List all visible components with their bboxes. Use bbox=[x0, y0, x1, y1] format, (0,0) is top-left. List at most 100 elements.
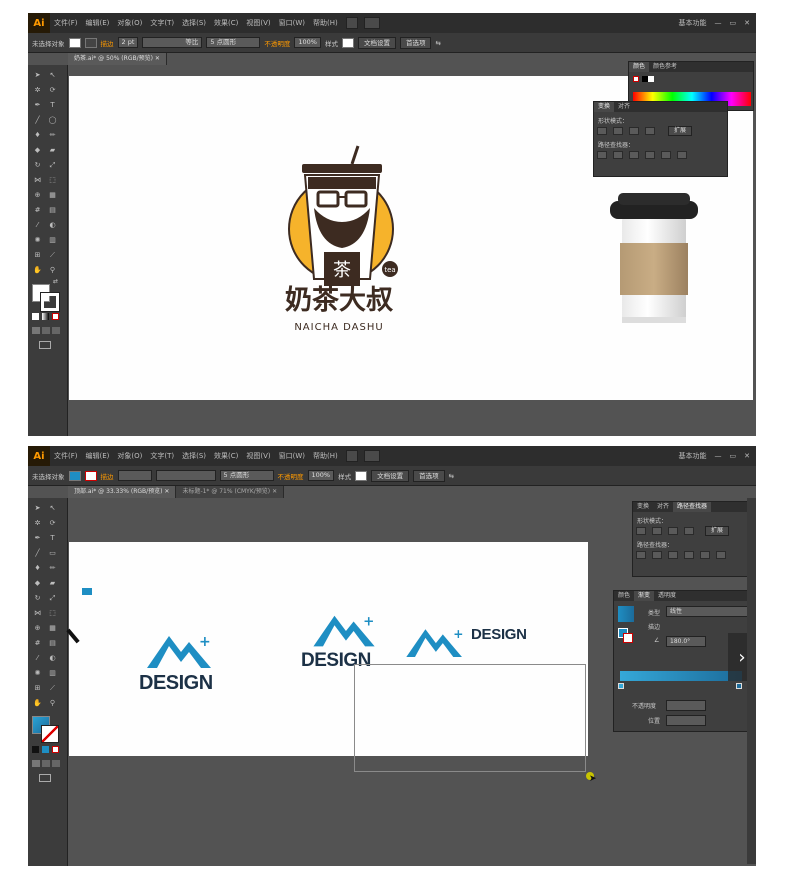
tab-color[interactable]: 颜色 bbox=[629, 62, 650, 72]
none-mode-button[interactable] bbox=[52, 746, 59, 753]
minimize-icon[interactable]: — bbox=[715, 452, 722, 460]
white-swatch[interactable] bbox=[648, 76, 654, 82]
gradient-stop-right[interactable] bbox=[736, 683, 742, 689]
minus-back-icon[interactable] bbox=[716, 551, 726, 559]
close-icon[interactable]: ✕ bbox=[744, 452, 750, 460]
angle-input[interactable]: 180.0° bbox=[666, 636, 706, 647]
zoom-tool-icon[interactable]: ⚲ bbox=[47, 266, 58, 275]
arrange-icon[interactable]: ⇆ bbox=[435, 39, 440, 47]
draw-inside-icon[interactable] bbox=[52, 327, 60, 334]
tab-transform[interactable]: 变换 bbox=[594, 102, 615, 112]
color-mode-button[interactable] bbox=[32, 313, 39, 320]
hand-tool-icon[interactable]: ✋ bbox=[32, 266, 43, 275]
divide-icon[interactable] bbox=[636, 551, 646, 559]
line-tool-icon[interactable]: ╱ bbox=[32, 549, 43, 558]
menu-object[interactable]: 对象(O) bbox=[117, 451, 142, 461]
brush-tool-icon[interactable]: ♦ bbox=[32, 564, 43, 573]
tab-color[interactable]: 颜色 bbox=[614, 591, 634, 601]
width-tool-icon[interactable]: ⋈ bbox=[32, 176, 43, 185]
stroke-swatch[interactable] bbox=[84, 470, 97, 481]
minus-front-icon[interactable] bbox=[652, 527, 662, 535]
rotate-tool-icon[interactable]: ↻ bbox=[32, 594, 43, 603]
menu-view[interactable]: 视图(V) bbox=[246, 451, 270, 461]
menu-type[interactable]: 文字(T) bbox=[150, 451, 174, 461]
eraser-icon[interactable]: ▰ bbox=[47, 146, 58, 155]
opacity-label[interactable]: 不透明度 bbox=[264, 38, 290, 48]
screen-mode-icon[interactable] bbox=[39, 341, 51, 349]
zoom-tool-icon[interactable]: ⚲ bbox=[47, 699, 58, 708]
workspace-switcher[interactable]: 基本功能 bbox=[679, 451, 707, 461]
width-tool-icon[interactable]: ⋈ bbox=[32, 609, 43, 618]
design-logo-horizontal[interactable]: + DESIGN bbox=[403, 624, 553, 668]
expand-button[interactable]: 扩展 bbox=[705, 526, 730, 536]
direct-selection-tool-icon[interactable]: ↖ bbox=[47, 504, 58, 513]
gradient-type-select[interactable]: 线性 bbox=[666, 606, 752, 617]
stroke-label[interactable]: 描边 bbox=[101, 38, 114, 48]
lasso-icon[interactable]: ⟳ bbox=[47, 86, 58, 95]
divide-icon[interactable] bbox=[597, 151, 607, 159]
shape-builder-icon[interactable]: ⊕ bbox=[32, 191, 43, 200]
stop-position-input[interactable] bbox=[666, 715, 706, 726]
blob-brush-icon[interactable]: ◆ bbox=[32, 146, 43, 155]
rectangle-tool-icon[interactable]: ▭ bbox=[47, 549, 58, 558]
tab-naicha-doc[interactable]: 奶茶.ai* @ 50% (RGB/预览) ✕ bbox=[68, 53, 167, 65]
style-swatch[interactable] bbox=[341, 37, 354, 48]
tab-untitled-doc[interactable]: 未标题-1* @ 71% (CMYK/预览) ✕ bbox=[176, 486, 285, 498]
fill-swatch[interactable] bbox=[68, 37, 81, 48]
artboard-tool-icon[interactable]: ⊞ bbox=[32, 684, 43, 693]
column-graph-icon[interactable]: ▥ bbox=[47, 669, 58, 678]
menu-file[interactable]: 文件(F) bbox=[54, 451, 78, 461]
opacity-input[interactable]: 100% bbox=[294, 37, 321, 48]
arrange-button[interactable] bbox=[363, 17, 380, 29]
stroke-weight-input[interactable]: 2 pt bbox=[117, 37, 139, 48]
tab-gradient[interactable]: 渐变 bbox=[634, 591, 655, 601]
document-setup-button[interactable]: 文档设置 bbox=[371, 469, 410, 482]
stop-opacity-input[interactable] bbox=[666, 700, 706, 711]
expand-button[interactable]: 扩展 bbox=[668, 126, 693, 136]
restore-icon[interactable]: ▭ bbox=[730, 452, 737, 460]
draw-behind-icon[interactable] bbox=[42, 760, 50, 767]
minimize-icon[interactable]: — bbox=[715, 19, 722, 27]
type-tool-icon[interactable]: T bbox=[47, 534, 58, 543]
ellipse-tool-icon[interactable]: ◯ bbox=[47, 116, 58, 125]
tab-align[interactable]: 对齐 bbox=[614, 102, 634, 112]
none-mode-button[interactable] bbox=[52, 313, 59, 320]
menu-window[interactable]: 窗口(W) bbox=[279, 18, 305, 28]
merge-icon[interactable] bbox=[668, 551, 678, 559]
hand-tool-icon[interactable]: ✋ bbox=[32, 699, 43, 708]
slice-tool-icon[interactable]: ⟋ bbox=[47, 684, 58, 693]
stroke-mini-swatch[interactable] bbox=[623, 633, 633, 643]
magic-wand-icon[interactable]: ✲ bbox=[32, 519, 43, 528]
intersect-icon[interactable] bbox=[629, 127, 639, 135]
preferences-button[interactable]: 首选项 bbox=[399, 36, 432, 49]
minus-front-icon[interactable] bbox=[613, 127, 623, 135]
free-transform-icon[interactable]: ⬚ bbox=[47, 609, 58, 618]
scale-tool-icon[interactable]: ⤢ bbox=[47, 161, 58, 170]
artboard-tool-icon[interactable]: ⊞ bbox=[32, 251, 43, 260]
crop-icon[interactable] bbox=[645, 151, 655, 159]
style-swatch[interactable] bbox=[355, 470, 368, 481]
menu-select[interactable]: 选择(S) bbox=[182, 451, 206, 461]
pen-tool-icon[interactable]: ✒ bbox=[32, 534, 43, 543]
perspective-grid-icon[interactable]: ▦ bbox=[47, 191, 58, 200]
gradient-tool-icon[interactable]: ▤ bbox=[47, 639, 58, 648]
stroke-weight-input[interactable] bbox=[117, 470, 152, 481]
menu-effect[interactable]: 效果(C) bbox=[214, 451, 238, 461]
menu-effect[interactable]: 效果(C) bbox=[214, 18, 238, 28]
free-transform-icon[interactable]: ⬚ bbox=[47, 176, 58, 185]
restore-icon[interactable]: ▭ bbox=[730, 19, 737, 27]
pencil-tool-icon[interactable]: ✏ bbox=[47, 131, 58, 140]
pen-tool-icon[interactable]: ✒ bbox=[32, 101, 43, 110]
bridge-button[interactable] bbox=[345, 17, 358, 29]
tab-transparency[interactable]: 透明度 bbox=[654, 591, 680, 601]
selection-tool-icon[interactable]: ➤ bbox=[32, 71, 43, 80]
tab-top-doc[interactable]: 顶部.ai* @ 33.33% (RGB/预览) ✕ bbox=[68, 486, 177, 498]
pencil-tool-icon[interactable]: ✏ bbox=[47, 564, 58, 573]
outline-icon[interactable] bbox=[700, 551, 710, 559]
direct-selection-tool-icon[interactable]: ↖ bbox=[47, 71, 58, 80]
menu-type[interactable]: 文字(T) bbox=[150, 18, 174, 28]
scale-tool-icon[interactable]: ⤢ bbox=[47, 594, 58, 603]
bridge-button[interactable] bbox=[345, 450, 358, 462]
menu-edit[interactable]: 编辑(E) bbox=[86, 451, 110, 461]
gradient-mode-button[interactable] bbox=[42, 313, 49, 320]
